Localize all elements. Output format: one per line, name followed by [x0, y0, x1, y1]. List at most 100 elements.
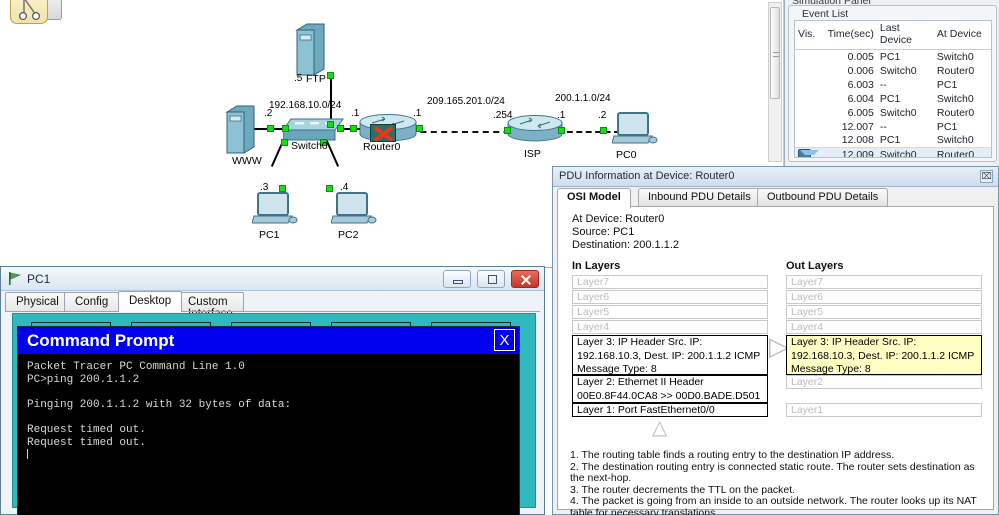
tab-inbound-pdu-details[interactable]: Inbound PDU Details	[638, 188, 761, 207]
arrow-up-icon: △	[652, 417, 668, 439]
column-header-time[interactable]: Time(sec)	[824, 21, 877, 50]
device-ftp-server[interactable]	[293, 22, 327, 78]
pdu-step-1: 1. The routing table finds a routing ent…	[570, 449, 895, 461]
device-pc2[interactable]	[330, 192, 377, 226]
row-last-device-cell: Switch0	[876, 147, 934, 157]
link-led-switch-pc1	[281, 139, 288, 146]
tab-desktop[interactable]: Desktop	[118, 291, 183, 312]
column-header-at-device[interactable]: At Device	[933, 21, 991, 50]
close-icon[interactable]: X	[494, 329, 515, 351]
row-last-device-cell: PC1	[879, 134, 901, 147]
row-time-cell: 0.005	[847, 50, 874, 63]
scrollbar-grip-icon	[773, 52, 779, 57]
row-time-cell: 12.009	[824, 147, 877, 157]
row-vis-cell	[795, 106, 825, 120]
out-layer-6: Layer6	[786, 290, 982, 304]
cmd-line-1: Packet Tracer PC Command Line 1.0	[27, 361, 245, 373]
link-led-switch-ftp	[327, 121, 334, 128]
ip-label-pc0: .2	[598, 110, 607, 121]
envelope-icon	[798, 148, 819, 157]
column-header-last-device[interactable]: Last Device	[876, 21, 934, 50]
device-www-server[interactable]	[223, 104, 257, 156]
device-isp-router[interactable]	[506, 113, 563, 143]
row-last-device-cell: --	[879, 78, 887, 91]
tab-config[interactable]: Config	[64, 292, 120, 312]
cmd-line-4: Pinging 200.1.1.2 with 32 bytes of data:	[27, 398, 292, 411]
pc1-window-title: PC1	[27, 272, 51, 286]
tab-outbound-pdu-details[interactable]: Outbound PDU Details	[757, 188, 889, 207]
pdu-window-title: PDU Information at Device: Router0	[559, 170, 735, 182]
ip-label-pc1: .3	[260, 182, 269, 193]
close-button[interactable]	[511, 270, 539, 288]
tab-custom-interface[interactable]: Custom Interface	[177, 292, 244, 320]
in-layer-4: Layer4	[572, 320, 768, 334]
in-layer-1: Layer 1: Port FastEthernet0/0	[572, 403, 768, 417]
table-row[interactable]: 6.003 -- PC1	[795, 78, 991, 92]
device-pc0[interactable]	[611, 112, 658, 146]
server-glyph	[295, 23, 325, 76]
event-list-header-row: Vis. Time(sec) Last Device At Device	[795, 21, 991, 50]
row-at-device-cell: Router0	[933, 147, 991, 157]
workspace-vertical-scrollbar[interactable]	[768, 2, 782, 162]
device-label-switch0: Switch0	[291, 140, 328, 152]
maximize-icon	[487, 275, 497, 284]
ip-label-ftp: .5	[294, 73, 303, 84]
pdu-at-device: At Device: Router0	[572, 213, 665, 225]
row-last-device-cell: Switch0	[879, 64, 917, 77]
link-led-www	[267, 125, 274, 132]
row-time-cell: 12.007	[841, 120, 874, 133]
close-icon[interactable]: ⌧	[980, 170, 993, 183]
link-led-switch-www	[282, 125, 289, 132]
row-at-device-cell: Switch0	[936, 134, 974, 147]
row-at-device-cell: Switch0	[936, 50, 974, 63]
pdu-body: At Device: Router0 Source: PC1 Destinati…	[557, 206, 994, 515]
out-layer-5: Layer5	[786, 305, 982, 319]
device-pc1[interactable]	[251, 192, 298, 226]
command-prompt-title: Command Prompt	[27, 331, 175, 350]
command-prompt-output[interactable]: Packet Tracer PC Command Line 1.0 PC>pin…	[18, 354, 519, 515]
row-time-cell: 6.004	[847, 92, 874, 105]
link-led-router0-out	[416, 125, 423, 132]
out-layer-1: Layer1	[786, 403, 982, 417]
pdu-window-titlebar: PDU Information at Device: Router0 ⌧	[553, 167, 998, 187]
row-time-cell: 0.006	[847, 64, 874, 77]
pdu-steps-list: 1. The routing table finds a routing ent…	[570, 449, 985, 515]
row-time-cell: 12.008	[841, 134, 874, 147]
out-layer-3: Layer 3: IP Header Src. IP: 192.168.10.3…	[786, 335, 982, 375]
table-row[interactable]: 0.006 Switch0 Router0	[795, 64, 991, 78]
pdu-tabstrip: OSI Model Inbound PDU Details Outbound P…	[557, 188, 994, 208]
in-layers-heading: In Layers	[572, 260, 621, 272]
device-label-pc0: PC0	[616, 149, 637, 161]
row-last-device-cell: --	[879, 120, 887, 133]
table-row[interactable]: 12.007 -- PC1	[795, 120, 991, 134]
network-label-isp-lan: 200.1.1.0/24	[555, 93, 611, 104]
out-layers-heading: Out Layers	[786, 260, 844, 272]
row-last-device-cell: Switch0	[879, 106, 917, 119]
table-row[interactable]: 6.004 PC1 Switch0	[795, 92, 991, 106]
table-row[interactable]: 12.008 PC1 Switch0	[795, 134, 991, 148]
router-glyph	[507, 115, 563, 142]
maximize-button[interactable]	[476, 270, 505, 288]
tab-osi-model[interactable]: OSI Model	[557, 188, 631, 208]
event-list-body: 0.005 PC1 Switch0 0.006 Switch0 Router0	[795, 50, 991, 157]
row-vis-cell	[795, 92, 825, 106]
table-row[interactable]: 0.005 PC1 Switch0	[795, 50, 991, 64]
table-row[interactable]: 6.005 Switch0 Router0	[795, 106, 991, 120]
in-layer-3: Layer 3: IP Header Src. IP: 192.168.10.3…	[572, 335, 768, 375]
pc1-window-titlebar[interactable]: PC1	[1, 267, 544, 291]
minimize-icon	[452, 280, 463, 284]
device-label-router0: Router0	[363, 141, 401, 153]
command-prompt-titlebar[interactable]: Command Prompt X	[18, 327, 519, 354]
scrollbar-thumb[interactable]	[770, 7, 780, 99]
minimize-button[interactable]	[442, 270, 471, 288]
row-vis-cell	[795, 78, 825, 92]
cmd-line-7: Request timed out.	[27, 436, 146, 449]
event-list[interactable]: Vis. Time(sec) Last Device At Device 0.0…	[794, 20, 992, 158]
row-last-device-cell: PC1	[879, 50, 901, 63]
tab-physical[interactable]: Physical	[5, 292, 70, 312]
column-header-vis[interactable]: Vis.	[795, 21, 825, 50]
in-layer-6: Layer6	[572, 290, 768, 304]
table-row[interactable]: 12.009 Switch0 Router0	[795, 147, 991, 157]
text-caret	[27, 449, 28, 460]
pc-glyph	[330, 192, 377, 224]
